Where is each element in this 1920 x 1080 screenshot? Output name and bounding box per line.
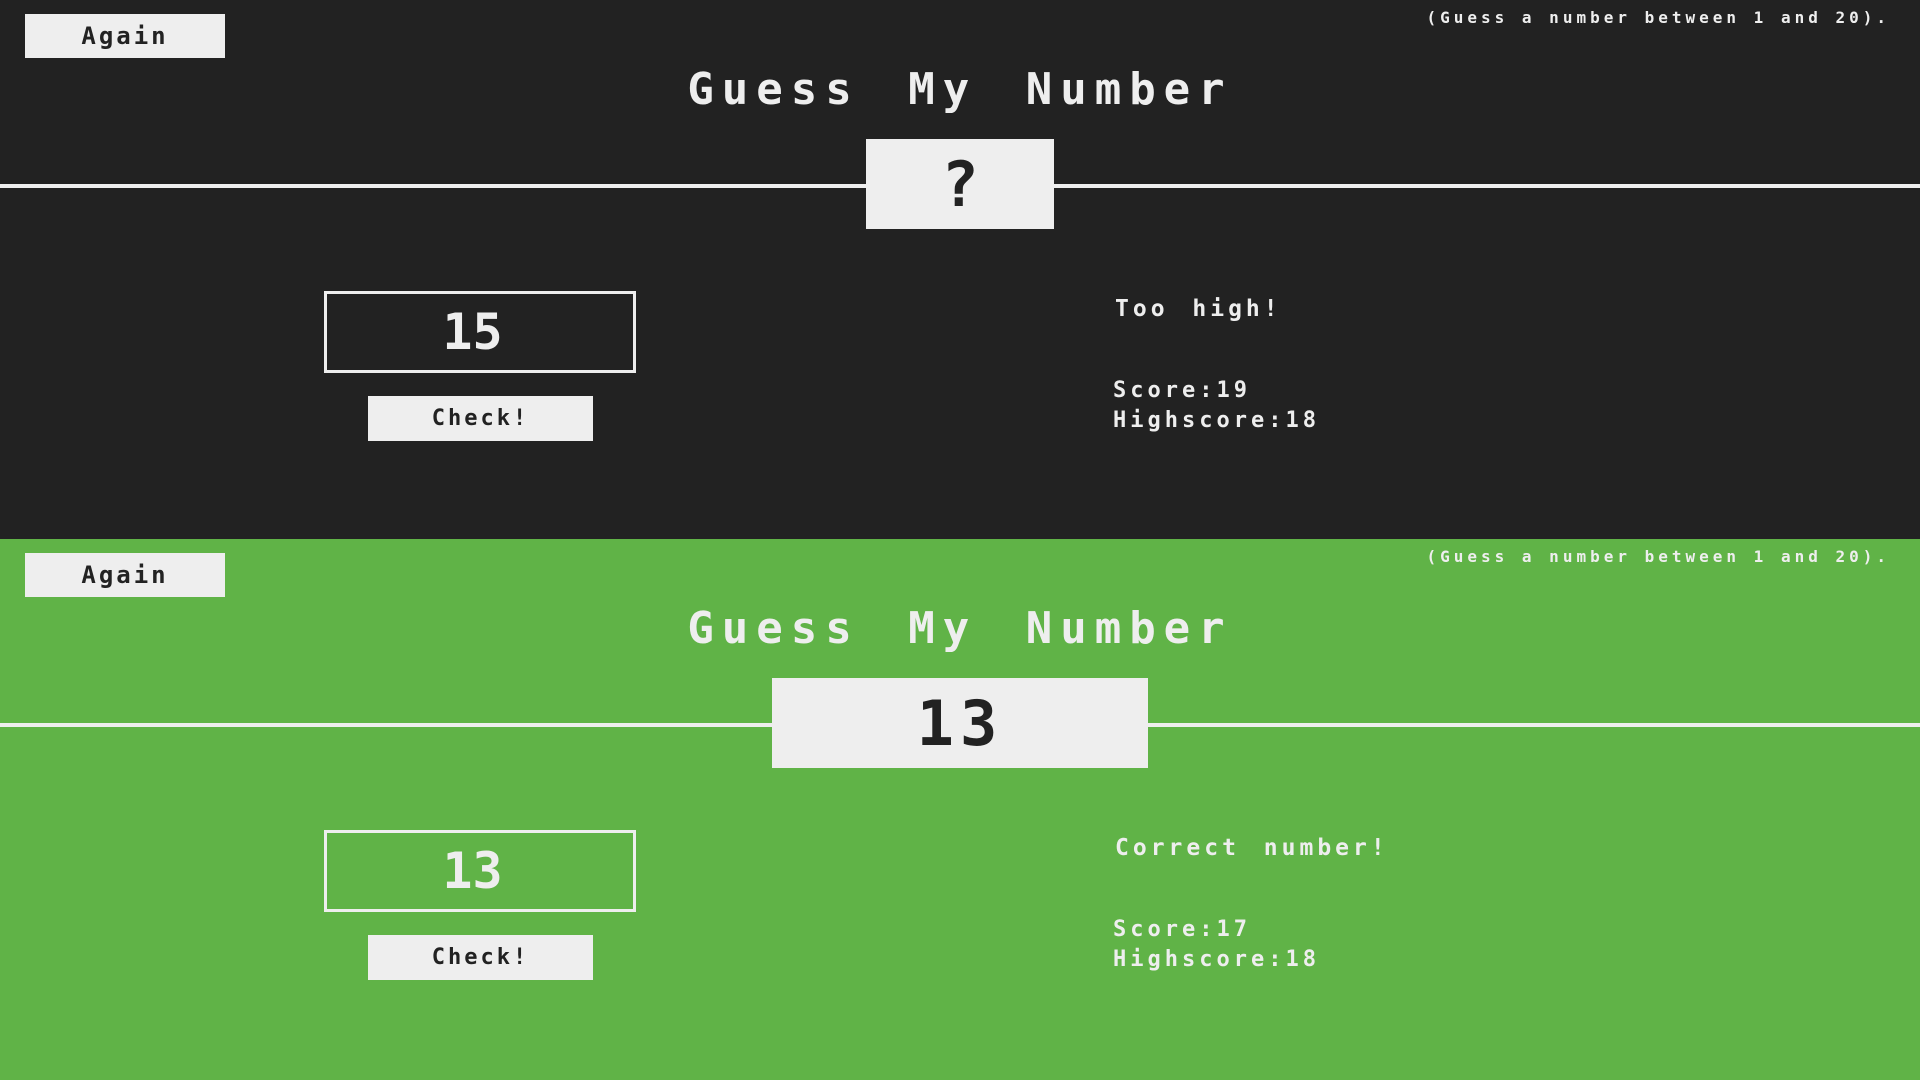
guess-input[interactable] <box>324 830 636 912</box>
score-label: Score: <box>1113 378 1217 403</box>
secret-number-box: ? <box>866 139 1054 229</box>
highscore-label: Highscore: <box>1113 947 1286 972</box>
score-label: Score: <box>1113 917 1217 942</box>
hint-text: (Guess a number between 1 and 20). <box>1426 547 1890 566</box>
page-title: Guess My Number <box>687 64 1233 115</box>
hint-text: (Guess a number between 1 and 20). <box>1426 8 1890 27</box>
guess-input[interactable] <box>324 291 636 373</box>
feedback-message: Correct number! <box>1115 835 1389 861</box>
game-screen-playing: Again (Guess a number between 1 and 20).… <box>0 0 1920 539</box>
again-button[interactable]: Again <box>25 553 225 597</box>
again-button[interactable]: Again <box>25 14 225 58</box>
highscore-value: 18 <box>1285 947 1320 972</box>
score-value: 17 <box>1216 917 1251 942</box>
highscore-label: Highscore: <box>1113 408 1286 433</box>
game-screen-won: Again (Guess a number between 1 and 20).… <box>0 539 1920 1080</box>
score-display: Score:17 <box>1113 917 1251 942</box>
highscore-display: Highscore:18 <box>1113 408 1320 433</box>
check-button[interactable]: Check! <box>368 396 593 441</box>
highscore-display: Highscore:18 <box>1113 947 1320 972</box>
check-button[interactable]: Check! <box>368 935 593 980</box>
feedback-message: Too high! <box>1115 296 1282 322</box>
score-display: Score:19 <box>1113 378 1251 403</box>
score-value: 19 <box>1216 378 1251 403</box>
page-title: Guess My Number <box>687 603 1233 654</box>
highscore-value: 18 <box>1285 408 1320 433</box>
secret-number-box: 13 <box>772 678 1148 768</box>
